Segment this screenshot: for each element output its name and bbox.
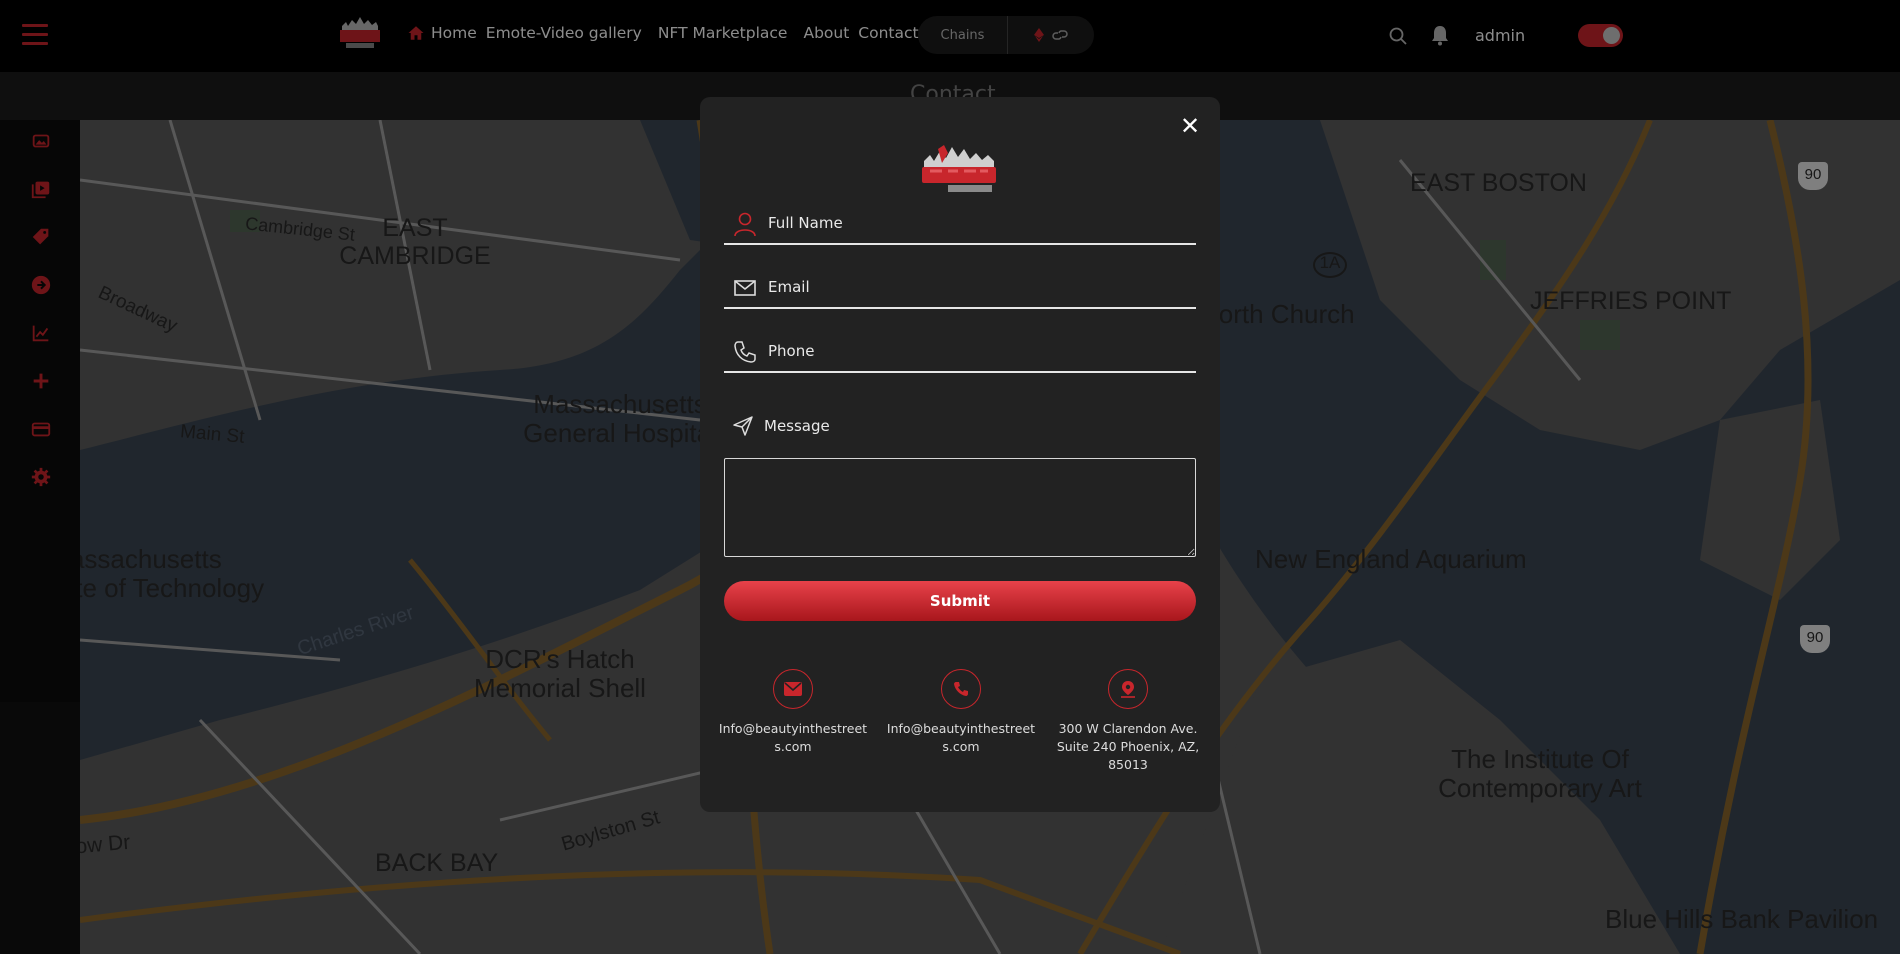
map-label: Massachusetts Institute of Technology: [80, 544, 265, 603]
message-label: Message: [764, 417, 830, 435]
contact-info-address: 300 W Clarendon Ave. Suite 240 Phoenix, …: [1053, 669, 1203, 774]
phone-field[interactable]: [724, 329, 1196, 373]
nav-home[interactable]: Home: [431, 24, 477, 42]
contact-modal: ✕ Message Submit Info@beautyinthestreets…: [700, 97, 1220, 812]
full-name-input[interactable]: [768, 209, 1188, 237]
phone-icon[interactable]: [941, 669, 981, 709]
map-label: JEFFRIES POINT: [1530, 287, 1732, 315]
toggle-knob: [1603, 27, 1620, 44]
map-label: The Institute Of Contemporary Art: [1438, 744, 1642, 803]
contact-info-email: Info@beautyinthestreets.com: [718, 669, 868, 756]
chart-icon[interactable]: [30, 322, 52, 344]
phone-icon: [734, 341, 756, 363]
map-label: 90: [1798, 162, 1828, 190]
ethereum-icon: [1034, 28, 1044, 42]
bell-icon[interactable]: [1430, 24, 1450, 46]
map-label: 1A: [1313, 252, 1347, 278]
nav-nft-marketplace[interactable]: NFT Marketplace: [658, 24, 788, 42]
email-input[interactable]: [768, 273, 1188, 301]
nav-about[interactable]: About: [803, 24, 849, 42]
theme-toggle[interactable]: [1578, 24, 1623, 47]
map-label: 90: [1800, 625, 1830, 653]
contact-address-text: 300 W Clarendon Ave. Suite 240 Phoenix, …: [1056, 721, 1200, 772]
full-name-field[interactable]: [724, 201, 1196, 245]
tag-icon[interactable]: [30, 226, 52, 248]
nav-contact[interactable]: Contact: [858, 24, 918, 42]
video-library-icon[interactable]: [30, 178, 52, 200]
chains-label: Chains: [918, 16, 1008, 54]
mail-icon: [734, 280, 756, 296]
settings-icon[interactable]: [30, 466, 52, 488]
home-icon[interactable]: [407, 24, 425, 42]
phone-input[interactable]: [768, 337, 1188, 365]
search-icon[interactable]: [1388, 26, 1408, 46]
card-icon[interactable]: [30, 418, 52, 440]
brand-logo: [922, 145, 996, 192]
gallery-icon[interactable]: [30, 130, 52, 152]
chains-selector[interactable]: Chains: [918, 16, 1094, 54]
menu-toggle-icon[interactable]: [22, 24, 48, 46]
link-chain-icon: [1052, 30, 1068, 40]
map-label: Blue Hills Bank Pavilion: [1605, 904, 1879, 934]
top-navbar: Home Emote-Video gallery NFT Marketplace…: [0, 0, 1900, 72]
contact-phone-text[interactable]: Info@beautyinthestreets.com: [886, 720, 1036, 756]
map-label: DCR's Hatch Memorial Shell: [474, 644, 646, 703]
message-label-row: Message: [732, 415, 830, 437]
user-icon: [734, 212, 756, 237]
plus-icon[interactable]: [30, 370, 52, 392]
map-label: North Church: [1200, 299, 1355, 329]
message-textarea[interactable]: [724, 458, 1196, 557]
map-label: EAST CAMBRIDGE: [339, 214, 491, 270]
map-label: EAST BOSTON: [1410, 169, 1587, 197]
email-field[interactable]: [724, 265, 1196, 309]
close-icon[interactable]: ✕: [1179, 114, 1201, 138]
mail-icon[interactable]: [773, 669, 813, 709]
location-icon[interactable]: [1108, 669, 1148, 709]
nav-emote-video-gallery[interactable]: Emote-Video gallery: [486, 24, 642, 42]
brand-logo[interactable]: [338, 14, 382, 50]
send-icon: [733, 416, 753, 436]
map-label: BACK BAY: [375, 849, 499, 877]
sidebar: [0, 72, 80, 954]
arrow-circle-icon[interactable]: [30, 274, 52, 296]
submit-button[interactable]: Submit: [724, 581, 1196, 621]
user-name[interactable]: admin: [1475, 26, 1525, 45]
main-nav: Home Emote-Video gallery NFT Marketplace…: [407, 24, 928, 42]
sidebar-bottom-shade: [0, 702, 80, 954]
contact-email-text[interactable]: Info@beautyinthestreets.com: [718, 720, 868, 756]
map-label: New England Aquarium: [1255, 544, 1527, 574]
contact-info-phone: Info@beautyinthestreets.com: [886, 669, 1036, 756]
